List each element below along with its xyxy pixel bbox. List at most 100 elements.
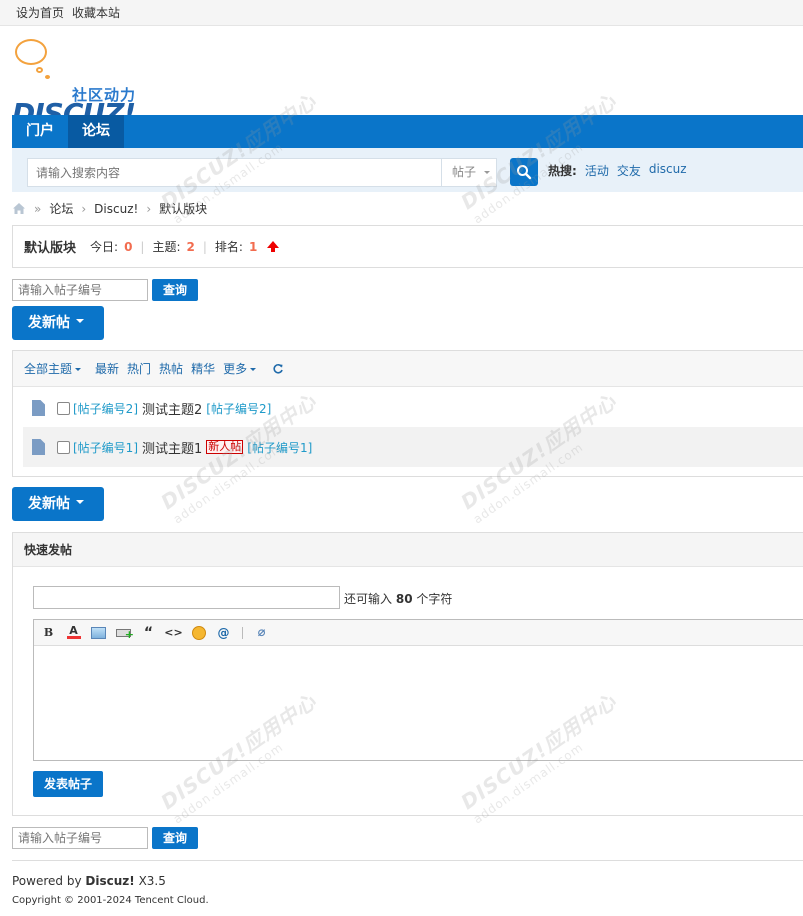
new-thread-label: 发新帖 [28, 315, 70, 331]
attachment-add-icon[interactable]: + [115, 624, 134, 641]
quick-post-title: 快速发帖 [13, 533, 803, 567]
main-nav: 门户 论坛 [12, 115, 803, 148]
breadcrumb-item[interactable]: 论坛 [49, 200, 73, 217]
toolbar-divider [242, 626, 243, 639]
thread-list: 全部主题 最新 热门 热帖 精华 更多 [帖子编号2] 测试主题2 [帖子编号2… [12, 350, 803, 477]
chevron-down-icon [76, 319, 84, 323]
filter-all-threads[interactable]: 全部主题 [24, 360, 82, 377]
hint-count: 80 [395, 592, 413, 606]
stat-divider: | [202, 239, 207, 254]
quote-icon[interactable]: “ [140, 624, 157, 641]
thread-content: [帖子编号2] 测试主题2 [帖子编号2] [73, 399, 271, 418]
hot-search: 热搜: 活动 交友 discuz [548, 162, 687, 179]
filter-latest[interactable]: 最新 [95, 360, 119, 377]
set-home-link[interactable]: 设为首页 [16, 4, 64, 21]
powered-prefix: Powered by [12, 874, 82, 888]
footer-divider [12, 860, 803, 861]
top-bar: 设为首页 收藏本站 [0, 0, 803, 26]
search-type-select[interactable]: 帖子 [441, 159, 497, 186]
thread-number-input[interactable] [12, 279, 148, 301]
thread-title[interactable]: 测试主题1 [142, 438, 202, 457]
subject-char-hint: 还可输入 80 个字符 [344, 590, 452, 607]
filter-hot-posts[interactable]: 热帖 [159, 360, 183, 377]
new-user-badge: 新人帖 [206, 440, 244, 454]
filter-digest[interactable]: 精华 [191, 360, 215, 377]
header: 社区动力 DISCUZ! [0, 26, 803, 128]
paperclip-icon[interactable]: ⌀ [253, 624, 270, 641]
search-bar: 帖子 热搜: 活动 交友 discuz [12, 148, 803, 192]
thread-number-input[interactable] [12, 827, 148, 849]
thread-title[interactable]: 测试主题2 [142, 399, 202, 418]
topics-value: 2 [186, 239, 195, 254]
hot-search-label: 热搜: [548, 164, 577, 178]
thread-number-tag[interactable]: [帖子编号1] [73, 439, 138, 456]
breadcrumb: » 论坛 › Discuz! › 默认版块 [12, 200, 207, 217]
document-icon [32, 439, 45, 455]
thread-number-tag[interactable]: [帖子编号2] [206, 400, 271, 417]
new-thread-button[interactable]: 发新帖 [12, 487, 104, 521]
today-label: 今日: [90, 240, 119, 254]
hot-search-link[interactable]: discuz [649, 162, 687, 179]
search-icon [517, 165, 532, 180]
thread-checkbox[interactable] [57, 401, 70, 415]
powered-brand[interactable]: Discuz! [85, 874, 134, 888]
logo-bubble-dot [45, 75, 50, 79]
table-row[interactable]: [帖子编号1] 测试主题1 新人帖 [帖子编号1] [23, 427, 803, 467]
chevron-down-icon [483, 171, 490, 174]
powered-version: X3.5 [138, 874, 166, 888]
submit-post-button[interactable]: 发表帖子 [33, 771, 103, 797]
new-thread-label: 发新帖 [28, 496, 70, 512]
filter-more-label: 更多 [223, 362, 248, 376]
thread-number-tag[interactable]: [帖子编号1] [247, 439, 312, 456]
hot-search-link[interactable]: 活动 [585, 162, 609, 179]
thread-checkbox[interactable] [57, 440, 70, 454]
home-icon[interactable] [12, 202, 26, 215]
thread-jump-top: 查询 [12, 279, 198, 301]
rank-label: 排名: [214, 240, 243, 254]
logo-bubble-dot [36, 67, 43, 73]
bookmark-link[interactable]: 收藏本站 [72, 4, 120, 21]
mention-icon[interactable]: @ [215, 624, 232, 641]
nav-item-forum[interactable]: 论坛 [68, 115, 124, 148]
breadcrumb-item[interactable]: 默认版块 [159, 200, 207, 217]
emoji-icon[interactable] [190, 624, 207, 641]
subject-input[interactable] [33, 586, 340, 609]
logo-bubble-icon [15, 39, 47, 65]
thread-jump-bottom: 查询 [12, 827, 198, 849]
query-button[interactable]: 查询 [152, 827, 198, 849]
editor-toolbar: B A + “ <> @ ⌀ [34, 620, 803, 646]
filter-hot[interactable]: 热门 [127, 360, 151, 377]
search-type-label: 帖子 [452, 165, 477, 179]
font-color-icon[interactable]: A [65, 624, 82, 641]
breadcrumb-item[interactable]: Discuz! [94, 202, 138, 216]
chevron-down-icon [250, 368, 257, 371]
chevron-down-icon [75, 368, 82, 371]
bold-icon[interactable]: B [40, 624, 57, 641]
hint-prefix: 还可输入 [344, 592, 393, 606]
search-button[interactable] [510, 158, 538, 186]
breadcrumb-separator: » [34, 201, 42, 216]
thread-content: [帖子编号1] 测试主题1 新人帖 [帖子编号1] [73, 438, 312, 457]
message-editor[interactable]: B A + “ <> @ ⌀ [33, 619, 803, 761]
breadcrumb-separator: › [81, 201, 87, 216]
hot-search-link[interactable]: 交友 [617, 162, 641, 179]
rank-up-arrow-icon [267, 241, 280, 252]
forum-title: 默认版块 [24, 241, 77, 256]
document-icon [32, 400, 45, 416]
site-logo[interactable]: 社区动力 DISCUZ! [12, 36, 152, 128]
image-icon[interactable] [90, 624, 107, 641]
search-box: 帖子 [27, 158, 497, 187]
nav-item-portal[interactable]: 门户 [12, 115, 68, 148]
code-icon[interactable]: <> [164, 624, 182, 641]
topics-label: 主题: [152, 240, 181, 254]
search-input[interactable] [28, 159, 442, 186]
forum-header: 默认版块 今日: 0 | 主题: 2 | 排名: 1 [12, 225, 803, 268]
hint-suffix: 个字符 [416, 592, 453, 606]
refresh-icon[interactable] [272, 363, 284, 375]
query-button[interactable]: 查询 [152, 279, 198, 301]
new-thread-button[interactable]: 发新帖 [12, 306, 104, 340]
table-row[interactable]: [帖子编号2] 测试主题2 [帖子编号2] [23, 388, 803, 428]
filter-more[interactable]: 更多 [223, 360, 257, 377]
thread-number-tag[interactable]: [帖子编号2] [73, 400, 138, 417]
quick-post-panel: 快速发帖 还可输入 80 个字符 B A + “ <> @ ⌀ 发表帖子 [12, 532, 803, 816]
